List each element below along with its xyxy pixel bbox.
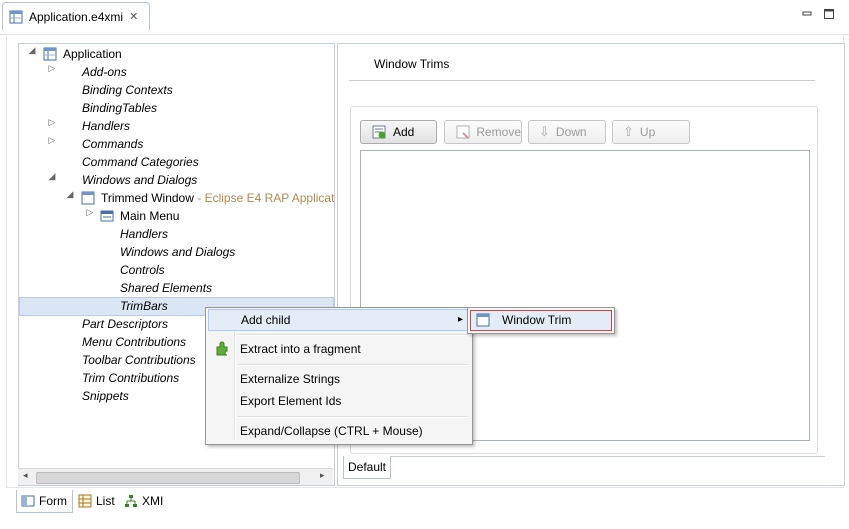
- collapsed-icon[interactable]: ▷: [47, 117, 57, 135]
- add-button[interactable]: Add: [360, 120, 437, 144]
- remove-button[interactable]: Remove: [444, 120, 522, 144]
- tab-xmi[interactable]: XMI: [120, 490, 166, 512]
- menu-externalize-label: Externalize Strings: [240, 372, 341, 386]
- section-title: Window Trims: [374, 57, 450, 71]
- menu-expand-collapse-label: Expand/Collapse (CTRL + Mouse): [240, 424, 423, 438]
- menu-item-add-child[interactable]: Add child ▸: [208, 309, 472, 331]
- tree-item-bindingtables[interactable]: BindingTables: [82, 99, 157, 117]
- tree-item-toolbar-contributions[interactable]: Toolbar Contributions: [82, 351, 196, 369]
- tab-xmi-label: XMI: [142, 494, 164, 508]
- scroll-right-icon[interactable]: ▸: [320, 470, 325, 481]
- tree-item-window-handlers[interactable]: Handlers: [120, 225, 168, 243]
- tab-form[interactable]: Form: [16, 490, 73, 513]
- submenu-item-window-trim[interactable]: Window Trim: [470, 310, 612, 331]
- submenu-window-trim-label: Window Trim: [502, 313, 572, 327]
- tree-item-windows-and-dialogs[interactable]: Windows and Dialogs: [82, 171, 197, 189]
- context-menu: Add child ▸ Extract into a fragment Exte…: [205, 307, 473, 445]
- menu-item-extract-fragment[interactable]: Extract into a fragment: [208, 339, 470, 359]
- tree-item-part-descriptors[interactable]: Part Descriptors: [82, 315, 168, 333]
- arrow-down-icon: ⇩: [539, 124, 550, 139]
- expanded-icon[interactable]: ◢: [27, 45, 37, 63]
- collapsed-icon[interactable]: ▷: [47, 135, 57, 153]
- menu-item-expand-collapse[interactable]: Expand/Collapse (CTRL + Mouse): [208, 421, 470, 441]
- up-button-label: Up: [639, 125, 656, 139]
- tab-default-label: Default: [347, 460, 387, 474]
- window-icon: [81, 191, 95, 205]
- tree-item-menu-contributions[interactable]: Menu Contributions: [82, 333, 186, 351]
- collapsed-icon[interactable]: ▷: [47, 63, 57, 81]
- hierarchy-icon: [125, 495, 137, 507]
- minimize-icon[interactable]: [801, 8, 813, 20]
- menu-separator: [238, 364, 468, 366]
- maximize-icon[interactable]: [823, 8, 835, 20]
- tree-item-window-windows-and-dialogs[interactable]: Windows and Dialogs: [120, 243, 235, 261]
- expanded-icon[interactable]: ◢: [65, 189, 75, 207]
- add-button-label: Add: [393, 125, 415, 139]
- puzzle-icon: [216, 341, 228, 356]
- menu-item-externalize-strings[interactable]: Externalize Strings: [208, 369, 470, 389]
- editor-tab[interactable]: Application.e4xmi ✕: [2, 2, 150, 30]
- menu-separator: [238, 334, 468, 336]
- close-icon[interactable]: ✕: [129, 10, 138, 23]
- scrollbar-thumb[interactable]: [36, 472, 300, 484]
- form-icon: [21, 495, 35, 507]
- table-icon: [78, 494, 92, 508]
- add-icon: [372, 125, 386, 139]
- tree-item-handlers[interactable]: Handlers: [82, 117, 130, 135]
- remove-button-label: Remove: [476, 125, 521, 139]
- window-controls: [801, 8, 835, 20]
- tree-item-binding-contexts[interactable]: Binding Contexts: [82, 81, 173, 99]
- tree-item-shared-elements[interactable]: Shared Elements: [120, 279, 212, 297]
- tab-strip-line: [389, 456, 825, 457]
- menu-item-export-ids[interactable]: Export Element Ids: [208, 391, 470, 411]
- tree-item-trimmed-window[interactable]: Trimmed Window - Eclipse E4 RAP Applicat: [101, 189, 334, 207]
- editor-tab-title: Application.e4xmi: [29, 9, 124, 24]
- tree-item-command-categories[interactable]: Command Categories: [82, 153, 199, 171]
- arrow-up-icon: ⇧: [623, 124, 634, 139]
- menu-export-ids-label: Export Element Ids: [240, 394, 342, 408]
- tree-item-main-menu[interactable]: Main Menu: [120, 207, 179, 225]
- e4xmi-file-icon: [9, 10, 23, 23]
- tab-default[interactable]: Default: [343, 456, 391, 479]
- tree-item-commands[interactable]: Commands: [82, 135, 143, 153]
- trimmed-window-suffix: - Eclipse E4 RAP Applicat: [193, 191, 335, 205]
- application-icon: [43, 47, 57, 61]
- expanded-icon[interactable]: ◢: [47, 171, 57, 189]
- tree-item-addons[interactable]: Add-ons: [82, 63, 127, 81]
- bottom-tabs: Form List XMI: [0, 488, 849, 514]
- tree-item-trimbars[interactable]: TrimBars: [120, 297, 168, 315]
- tab-list-label: List: [96, 494, 115, 508]
- menu-icon: [100, 210, 114, 222]
- collapsed-icon[interactable]: ▷: [85, 207, 95, 225]
- tree-item-application[interactable]: Application: [63, 45, 122, 63]
- window-icon: [476, 313, 490, 327]
- menu-add-child-label: Add child: [241, 313, 291, 327]
- tree-item-controls[interactable]: Controls: [120, 261, 165, 279]
- title-separator: [349, 80, 815, 81]
- down-button-label: Down: [555, 125, 587, 139]
- trimmed-window-label: Trimmed Window: [101, 191, 194, 205]
- tree-item-trim-contributions[interactable]: Trim Contributions: [82, 369, 179, 387]
- horizontal-scrollbar[interactable]: ◂ ▸: [18, 468, 333, 485]
- scroll-left-icon[interactable]: ◂: [23, 470, 28, 481]
- menu-extract-label: Extract into a fragment: [240, 342, 361, 356]
- remove-icon: [456, 125, 470, 139]
- down-button[interactable]: ⇩ Down: [528, 120, 606, 144]
- tab-form-label: Form: [39, 494, 67, 508]
- tree-item-snippets[interactable]: Snippets: [82, 387, 129, 405]
- submenu-arrow-icon: ▸: [457, 314, 463, 325]
- tab-list[interactable]: List: [74, 490, 118, 512]
- add-child-submenu: Window Trim: [467, 307, 615, 334]
- menu-separator: [238, 416, 468, 418]
- up-button[interactable]: ⇧ Up: [612, 120, 690, 144]
